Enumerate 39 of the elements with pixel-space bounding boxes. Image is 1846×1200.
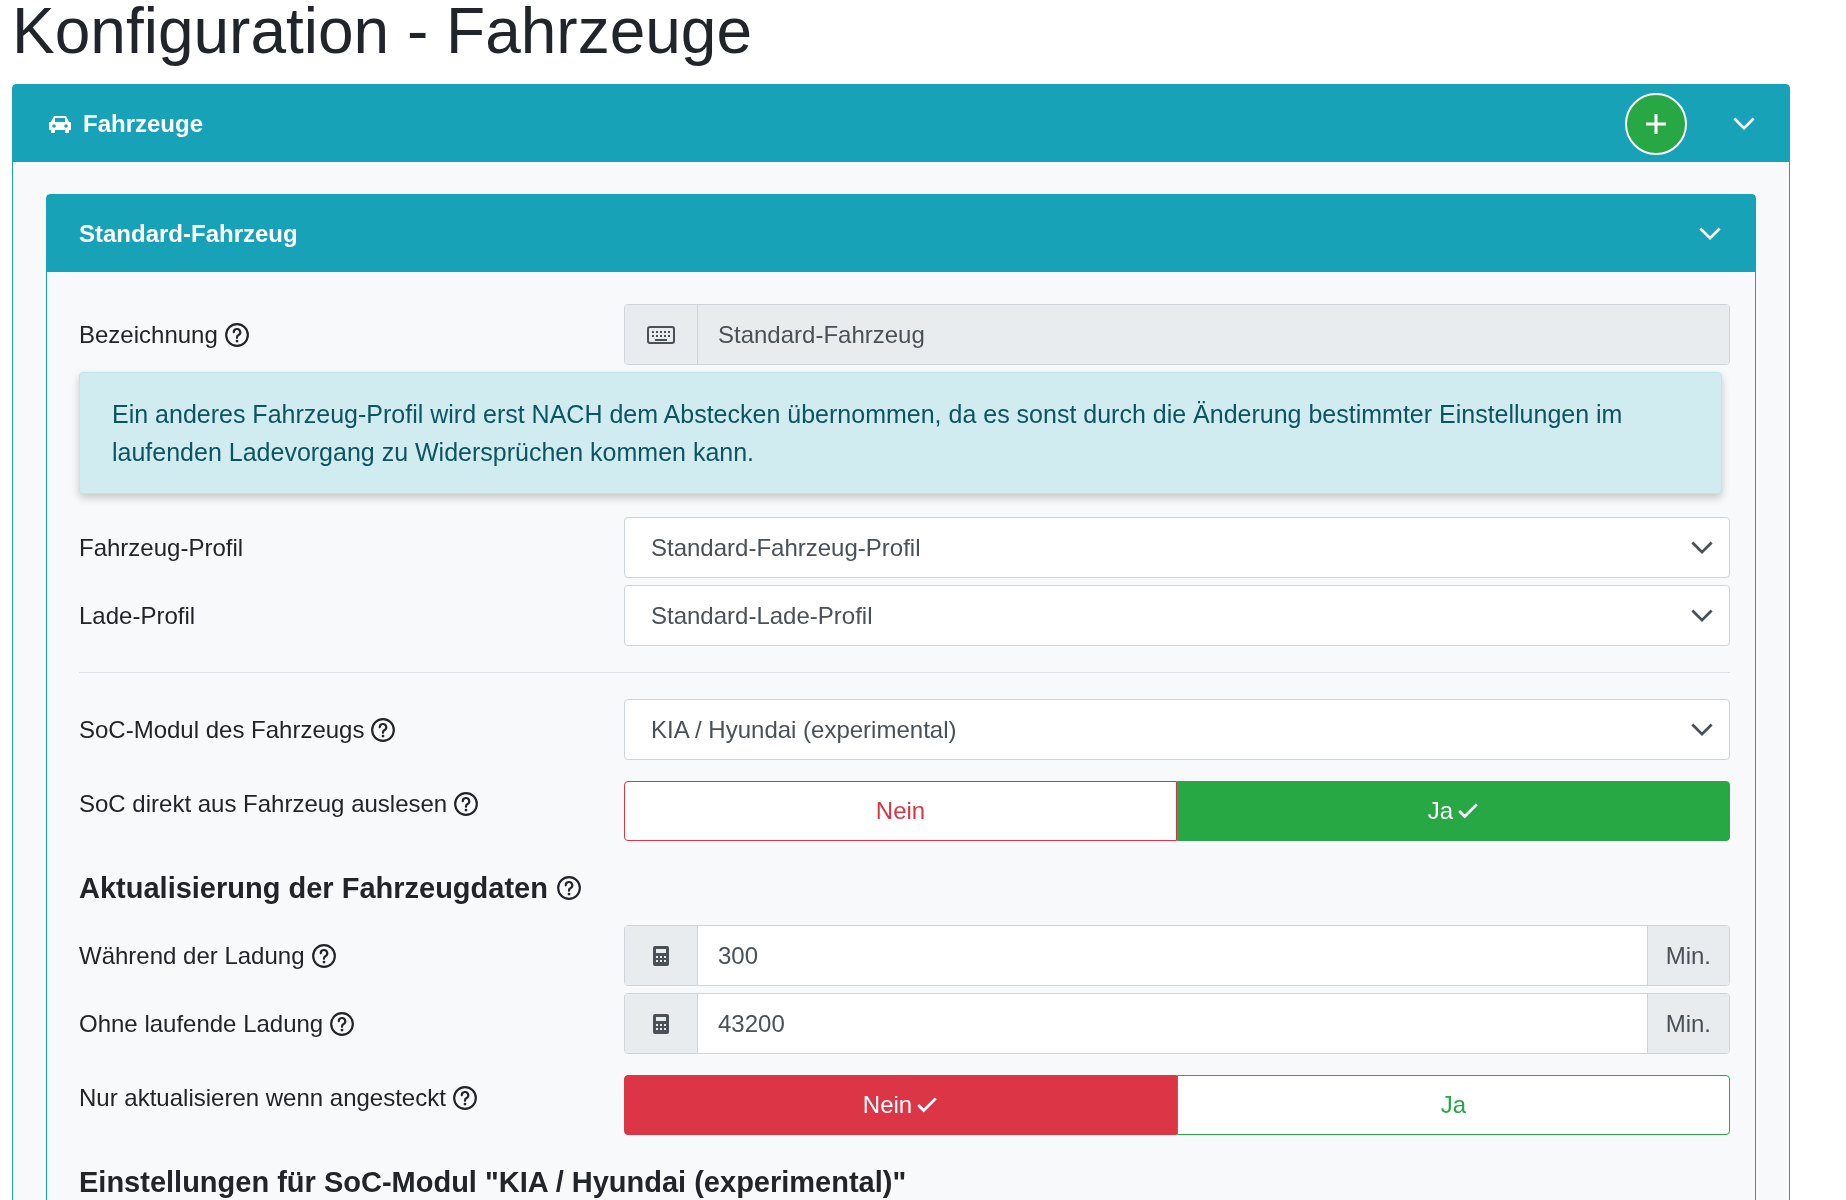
field-label: Während der Ladung bbox=[79, 941, 305, 970]
chevron-down-icon[interactable] bbox=[1691, 722, 1713, 737]
check-icon bbox=[916, 1096, 939, 1114]
card-title: Standard-Fahrzeug bbox=[79, 219, 299, 248]
select-field[interactable]: Standard-Fahrzeug-Profil bbox=[624, 517, 1730, 578]
info-alert: Ein anderes Fahrzeug-Profil wird erst NACH dem Abstecken übernommen, da es sonst durch die Änderung bestimmter Einstellungen im laufenden Ladevorgang zu Widersprüchen kommen kann. bbox=[79, 372, 1722, 494]
help-icon[interactable] bbox=[555, 875, 582, 901]
plus-icon bbox=[1644, 111, 1668, 136]
select-field[interactable]: KIA / Hyundai (experimental) bbox=[624, 699, 1730, 760]
page-title: Konfiguration - Fahrzeuge bbox=[11, 0, 753, 68]
chevron-down-icon[interactable] bbox=[1691, 540, 1713, 555]
field-label: Nur aktualisieren wenn angesteckt bbox=[79, 1084, 446, 1112]
help-icon[interactable] bbox=[451, 1085, 478, 1111]
car-icon bbox=[47, 113, 73, 134]
field-label: SoC-Modul des Fahrzeugs bbox=[79, 715, 365, 744]
field-label: Lade-Profil bbox=[79, 601, 196, 630]
section-heading: Aktualisierung der Fahrzeugdaten bbox=[79, 871, 548, 905]
help-icon[interactable] bbox=[453, 791, 480, 817]
help-icon[interactable] bbox=[370, 716, 397, 743]
field-label: Ohne laufende Ladung bbox=[79, 1009, 324, 1038]
field-label: Fahrzeug-Profil bbox=[79, 533, 244, 562]
calculator-icon bbox=[653, 945, 669, 966]
select-field[interactable]: Standard-Lade-Profil bbox=[624, 585, 1730, 646]
check-icon bbox=[1457, 802, 1480, 820]
toggle-button[interactable]: Nein bbox=[624, 781, 1177, 841]
number-field[interactable]: 300 Min. bbox=[624, 925, 1730, 986]
field-label: SoC direkt aus Fahrzeug auslesen bbox=[79, 790, 448, 818]
toggle-button[interactable]: Nein bbox=[624, 1075, 1177, 1135]
panel-title: Fahrzeuge bbox=[83, 109, 205, 138]
calculator-icon bbox=[653, 1013, 669, 1034]
number-field[interactable]: 43200 Min. bbox=[624, 993, 1730, 1054]
help-icon[interactable] bbox=[310, 942, 337, 969]
chevron-down-icon[interactable] bbox=[1691, 608, 1713, 623]
unit-label: Min. bbox=[1646, 926, 1729, 985]
help-icon[interactable] bbox=[329, 1010, 356, 1037]
field-label: Bezeichnung bbox=[79, 320, 218, 349]
unit-label: Min. bbox=[1646, 994, 1729, 1053]
keyboard-icon bbox=[647, 325, 675, 344]
section-heading: Einstellungen für SoC-Modul "KIA / Hyundai (experimental)" bbox=[79, 1165, 907, 1199]
